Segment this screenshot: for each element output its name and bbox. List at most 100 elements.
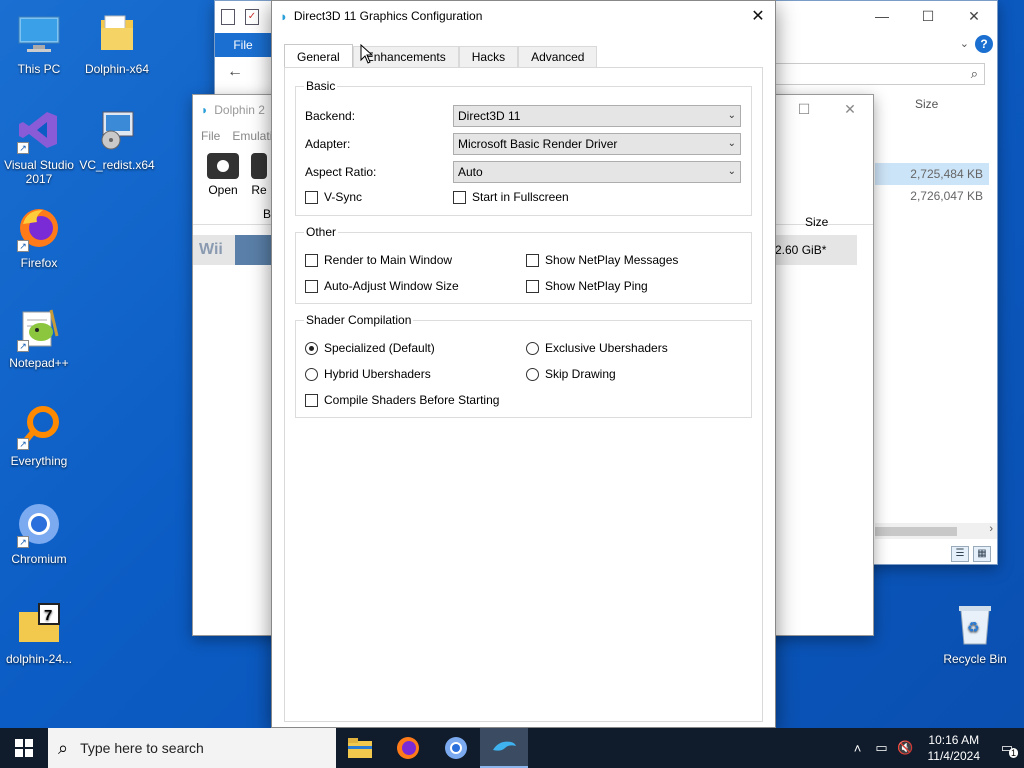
specialized-radio[interactable]: Specialized (Default) <box>305 341 435 355</box>
radio-circle[interactable] <box>526 367 539 381</box>
folder-icon <box>348 738 372 758</box>
show-netplay-messages-checkbox[interactable]: Show NetPlay Messages <box>526 253 678 267</box>
vsync-checkbox[interactable]: V-Sync <box>305 190 362 204</box>
radio-circle[interactable] <box>526 341 539 355</box>
desktop-icon-label: Notepad++ <box>9 356 69 370</box>
open-button[interactable]: Open <box>207 153 239 203</box>
minimize-button[interactable]: — <box>859 1 905 31</box>
desktop-icon-firefox[interactable]: ↗ Firefox <box>0 204 78 270</box>
checkbox-box[interactable] <box>526 279 539 293</box>
taskbar-search-box[interactable]: ⌕ Type here to search <box>48 728 336 768</box>
taskbar-chromium[interactable] <box>432 728 480 768</box>
desktop-icon-label: Chromium <box>11 552 67 566</box>
system-tray: ˄ ▭ 🔇 10:16 AM 11/4/2024 ▭ 1 <box>846 728 1024 768</box>
desktop-icon-dolphin-archive[interactable]: 7 dolphin-24... <box>0 600 78 666</box>
scrollbar-thumb[interactable] <box>875 527 957 536</box>
checkbox-box[interactable] <box>526 253 539 267</box>
mouse-cursor-icon <box>360 44 374 64</box>
render-to-main-window-label: Render to Main Window <box>324 253 453 267</box>
compile-shaders-before-starting-label: Compile Shaders Before Starting <box>324 393 500 407</box>
group-legend: Basic <box>304 79 338 93</box>
shortcut-arrow-icon: ↗ <box>17 536 29 548</box>
desktop-icon-everything[interactable]: ↗ Everything <box>0 402 78 468</box>
exclusive-ubershaders-label: Exclusive Ubershaders <box>545 341 668 355</box>
back-arrow-icon[interactable]: ← <box>227 63 243 81</box>
file-row-size[interactable]: 2,725,484 KB <box>875 163 989 185</box>
window-title: Dolphin 2 <box>214 103 265 117</box>
aspect-ratio-dropdown[interactable]: Auto ⌄ <box>453 161 741 183</box>
desktop-icon-this-pc[interactable]: This PC <box>0 10 78 76</box>
skip-drawing-radio[interactable]: Skip Drawing <box>526 367 616 381</box>
start-button[interactable] <box>0 728 48 768</box>
checkbox-box[interactable] <box>305 393 318 407</box>
backend-value: Direct3D 11 <box>458 109 521 123</box>
desktop-icon-label: Everything <box>10 454 68 468</box>
tab-advanced[interactable]: Advanced <box>518 46 598 68</box>
open-label: Open <box>208 183 238 197</box>
column-header-size[interactable]: Size <box>805 215 828 229</box>
adapter-dropdown[interactable]: Microsoft Basic Render Driver ⌄ <box>453 133 741 155</box>
volume-muted-icon[interactable]: 🔇 <box>894 740 918 756</box>
radio-circle[interactable] <box>305 367 318 381</box>
close-button[interactable]: ✕ <box>951 1 997 31</box>
desktop-icon-notepadpp[interactable]: ↗ Notepad++ <box>0 304 78 370</box>
close-button[interactable]: ✕ <box>745 3 771 29</box>
desktop-icon-chromium[interactable]: ↗ Chromium <box>0 500 78 566</box>
checkbox-box[interactable] <box>453 190 466 204</box>
render-to-main-window-checkbox[interactable]: Render to Main Window <box>305 253 452 267</box>
start-fullscreen-label: Start in Fullscreen <box>472 190 569 204</box>
column-header-size[interactable]: Size <box>915 97 938 111</box>
taskbar-dolphin[interactable] <box>480 728 528 768</box>
notification-center-icon[interactable]: ▭ 1 <box>990 740 1024 758</box>
chevron-down-icon[interactable]: ⌄ <box>960 37 969 50</box>
compile-shaders-before-starting-checkbox[interactable]: Compile Shaders Before Starting <box>305 393 499 407</box>
installer-icon <box>93 106 141 154</box>
desktop-icon-dolphin-folder[interactable]: Dolphin-x64 <box>78 10 156 76</box>
chromium-icon <box>445 737 467 759</box>
radio-circle[interactable] <box>305 341 318 355</box>
dialog-title: Direct3D 11 Graphics Configuration <box>293 9 483 23</box>
menu-file[interactable]: File <box>201 129 220 143</box>
network-icon[interactable]: ▭ <box>870 740 894 756</box>
maximize-button[interactable]: ☐ <box>905 1 951 31</box>
checkbox-box[interactable] <box>305 253 318 267</box>
help-icon[interactable]: ? <box>975 35 993 53</box>
refresh-button[interactable]: Re <box>251 153 267 203</box>
auto-adjust-window-size-checkbox[interactable]: Auto-Adjust Window Size <box>305 279 459 293</box>
skip-drawing-label: Skip Drawing <box>545 367 616 381</box>
checkbox-box[interactable] <box>305 190 318 204</box>
hybrid-ubershaders-radio[interactable]: Hybrid Ubershaders <box>305 367 431 381</box>
taskbar-file-explorer[interactable] <box>336 728 384 768</box>
desktop-icon-recycle-bin[interactable]: ♻ Recycle Bin <box>936 600 1014 666</box>
adapter-label: Adapter: <box>305 137 351 151</box>
checkbox-box[interactable] <box>305 279 318 293</box>
close-button[interactable]: ✕ <box>827 95 873 123</box>
backend-dropdown[interactable]: Direct3D 11 ⌄ <box>453 105 741 127</box>
maximize-button[interactable]: ☐ <box>781 95 827 123</box>
menu-emulation[interactable]: Emulati <box>232 129 272 143</box>
thumbnail-view-icon[interactable]: ▦ <box>973 546 991 562</box>
start-fullscreen-checkbox[interactable]: Start in Fullscreen <box>453 190 569 204</box>
graphics-configuration-dialog[interactable]: ◗ Direct3D 11 Graphics Configuration ✕ G… <box>271 0 776 728</box>
file-tab[interactable]: File <box>215 33 271 57</box>
desktop-icon-visual-studio[interactable]: ↗ Visual Studio 2017 <box>0 106 78 186</box>
show-netplay-messages-label: Show NetPlay Messages <box>545 253 679 267</box>
taskbar: ⌕ Type here to search ˄ ▭ 🔇 10:16 AM 11/… <box>0 728 1024 768</box>
taskbar-firefox[interactable] <box>384 728 432 768</box>
desktop-icon-vc-redist[interactable]: VC_redist.x64 <box>78 106 156 172</box>
show-netplay-ping-checkbox[interactable]: Show NetPlay Ping <box>526 279 648 293</box>
file-row-size[interactable]: 2,726,047 KB <box>875 185 989 207</box>
explorer-search-box[interactable]: ⌕ <box>775 63 985 85</box>
exclusive-ubershaders-radio[interactable]: Exclusive Ubershaders <box>526 341 668 355</box>
column-header-banner[interactable]: B <box>263 207 271 221</box>
horizontal-scrollbar[interactable]: › <box>875 523 997 539</box>
tab-hacks[interactable]: Hacks <box>458 46 519 68</box>
tab-general[interactable]: General <box>284 44 353 68</box>
desktop-icon-label: dolphin-24... <box>5 652 73 666</box>
chevron-up-icon[interactable]: ˄ <box>846 741 870 756</box>
scroll-right-icon[interactable]: › <box>989 523 993 535</box>
windows-logo-icon <box>15 739 33 757</box>
clock[interactable]: 10:16 AM 11/4/2024 <box>918 732 991 764</box>
details-view-icon[interactable]: ☰ <box>951 546 969 562</box>
aspect-ratio-value: Auto <box>458 165 483 179</box>
